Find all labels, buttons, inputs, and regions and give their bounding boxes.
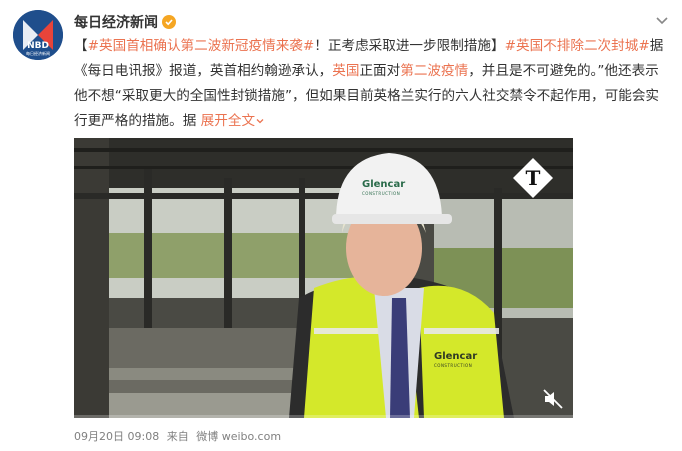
- verified-badge-icon: [162, 15, 176, 29]
- vest-logo-text: Glencar: [434, 351, 478, 362]
- chevron-down-icon: [656, 17, 668, 25]
- video-frame: [74, 138, 573, 418]
- telegraph-logo-icon: T: [511, 156, 555, 200]
- hat-logo-subtext: CONSTRUCTION: [362, 191, 401, 196]
- expand-full-text-link[interactable]: 展开全文: [201, 113, 265, 129]
- post-date[interactable]: 09月20日 09:08: [74, 430, 159, 443]
- avatar-text: NBD: [27, 41, 49, 51]
- vest-logo-subtext: CONSTRUCTION: [434, 363, 473, 368]
- hashtag-link[interactable]: #英国首相确认第二波新冠疫情来袭#: [88, 38, 315, 54]
- nbd-logo: NBD 每日经济新闻: [13, 10, 63, 60]
- speaker-muted-icon: [543, 389, 563, 409]
- source-prefix: 来自: [166, 430, 189, 443]
- avatar[interactable]: NBD 每日经济新闻: [13, 10, 63, 60]
- hashtag-link[interactable]: 英国: [332, 63, 359, 79]
- video-player[interactable]: Glencar CONSTRUCTION Glencar CONSTRUCTIO…: [74, 138, 573, 418]
- chevron-down-icon: [256, 119, 264, 124]
- mute-button[interactable]: [542, 388, 564, 410]
- post-text: 【#英国首相确认第二波新冠疫情来袭#！正考虑采取进一步限制措施】#英国不排除二次…: [74, 38, 663, 129]
- more-options-button[interactable]: [652, 10, 672, 30]
- post-text-segment: 正面对: [359, 63, 401, 79]
- author-name[interactable]: 每日经济新闻: [74, 12, 158, 32]
- hashtag-link[interactable]: 第二波疫情: [400, 63, 468, 79]
- avatar-subtext: 每日经济新闻: [26, 50, 50, 56]
- svg-text:T: T: [526, 166, 541, 190]
- post-source[interactable]: 微博 weibo.com: [196, 430, 281, 443]
- author-row: 每日经济新闻: [74, 12, 176, 32]
- post-meta: 09月20日 09:08 来自 微博 weibo.com: [74, 428, 285, 444]
- post-text-segment: ！正考虑采取进一步限制措施】: [314, 38, 505, 54]
- post-text-segment: 【: [74, 38, 88, 54]
- hashtag-link[interactable]: #英国不排除二次封城#: [505, 38, 650, 54]
- expand-label: 展开全文: [200, 113, 256, 129]
- hat-logo-text: Glencar: [362, 179, 406, 190]
- video-progress-bar[interactable]: [74, 415, 573, 418]
- post-content: 【#英国首相确认第二波新冠疫情来袭#！正考虑采取进一步限制措施】#英国不排除二次…: [74, 34, 664, 134]
